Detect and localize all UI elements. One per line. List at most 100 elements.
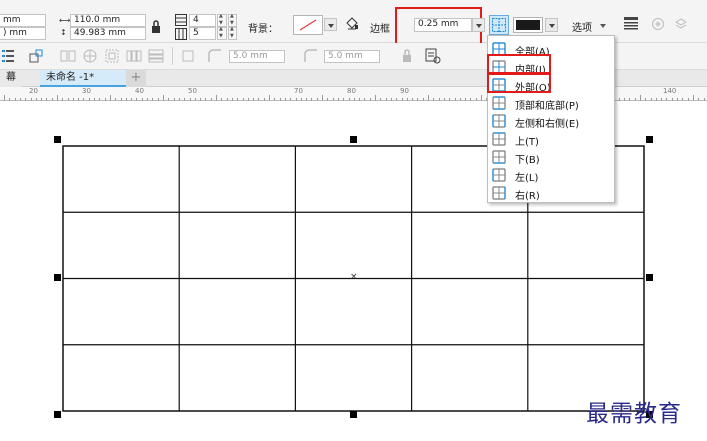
ruler-tick	[629, 98, 630, 101]
list-icon[interactable]	[2, 49, 14, 63]
tab-document[interactable]: 未命名 -1*	[40, 70, 126, 87]
border-option-top-bottom[interactable]: 顶部和底部(P)	[488, 94, 614, 112]
ruler-tick	[94, 98, 95, 101]
tab-previous[interactable]: 幕	[0, 70, 22, 87]
ruler-tick	[136, 98, 137, 101]
ruler-tick	[243, 98, 244, 101]
ruler-tick	[73, 98, 74, 101]
toolbar-separator	[172, 47, 173, 65]
ruler-tick	[237, 98, 238, 101]
border-option-label: 右(R)	[515, 191, 540, 202]
border-option-left-right[interactable]: 左侧和右侧(E)	[488, 112, 614, 130]
border-option-bottom[interactable]: 下(B)	[488, 148, 614, 166]
ruler-tick	[688, 98, 689, 101]
selection-handle-middle-left[interactable]	[54, 274, 61, 281]
y-size-field[interactable]: ) mm	[0, 27, 46, 40]
ruler-tick	[248, 98, 249, 101]
selection-handle-top-right[interactable]	[646, 136, 653, 143]
ruler-tick	[460, 98, 461, 101]
ruler-tick	[465, 98, 466, 101]
ruler-tick	[99, 98, 100, 101]
text-properties-icon[interactable]	[623, 16, 639, 32]
y-size-value: ) mm	[3, 28, 27, 38]
ruler-label: 140	[663, 87, 677, 95]
ruler-tick	[62, 98, 63, 101]
border-color-dropdown[interactable]	[545, 18, 558, 32]
ruler-tick	[274, 98, 275, 101]
selection-handle-bottom-left[interactable]	[54, 411, 61, 418]
ruler-tick	[417, 98, 418, 101]
selection-handle-middle-right[interactable]	[646, 274, 653, 281]
columns-spinner[interactable]	[217, 26, 227, 40]
ruler-tick	[333, 98, 334, 101]
ruler-label: 30	[82, 87, 91, 95]
x-size-field[interactable]: mm	[0, 14, 46, 27]
ruler-tick	[370, 98, 371, 101]
ruler-tick	[36, 98, 37, 101]
ruler-tick	[433, 98, 434, 101]
border-color-swatch[interactable]	[513, 17, 543, 33]
rows-field[interactable]: 4	[189, 14, 216, 27]
border-option-right[interactable]: 右(R)	[488, 184, 614, 202]
border-option-label: 下(B)	[515, 155, 540, 166]
object-width-field[interactable]: 110.0 mm	[70, 14, 146, 27]
ruler-label: 20	[29, 87, 38, 95]
selection-handle-top-center[interactable]	[350, 136, 357, 143]
selection-handle-bottom-center[interactable]	[350, 411, 357, 418]
ruler-label: 80	[347, 87, 356, 95]
ruler-tick	[211, 98, 212, 101]
border-width-dropdown[interactable]	[472, 18, 485, 32]
ruler-tick	[285, 98, 286, 101]
options-dropdown-icon[interactable]	[600, 24, 606, 28]
border-label: 边框	[370, 24, 390, 35]
ruler-tick	[338, 98, 339, 101]
ruler-tick	[301, 98, 302, 101]
ruler-label: 90	[400, 87, 409, 95]
columns-value: 5	[193, 28, 199, 38]
ruler-tick	[364, 98, 365, 101]
background-color-swatch[interactable]	[293, 15, 323, 35]
ruler-tick	[666, 98, 667, 101]
ruler-tick	[253, 98, 254, 101]
corner-disabled-icon-2	[303, 48, 319, 64]
border-top-bottom-icon	[492, 96, 506, 110]
ruler-tick	[661, 98, 662, 101]
ruler-tick	[195, 98, 196, 101]
rows-icon	[175, 14, 187, 26]
merge-disabled-icon	[60, 49, 76, 63]
ruler-label: 50	[188, 87, 197, 95]
ruler-tick	[126, 98, 127, 101]
ruler-tick	[163, 95, 164, 101]
x-size-value: mm	[3, 15, 21, 25]
ruler-tick	[672, 98, 673, 101]
center-marker-icon: ×	[350, 272, 358, 282]
border-option-label: 左(L)	[515, 173, 539, 184]
wrap-icon[interactable]	[28, 48, 44, 64]
ruler-tick	[651, 98, 652, 101]
ruler-tick	[105, 98, 106, 101]
ruler-tick	[89, 98, 90, 101]
object-height-field[interactable]: 49.983 mm	[70, 27, 146, 40]
corner-radius-field-1: 5.0 mm	[229, 50, 285, 63]
ruler-tick	[152, 98, 153, 101]
ruler-tick	[31, 98, 32, 101]
lock-ratio-icon[interactable]	[150, 20, 162, 34]
layers-disabled-icon	[674, 17, 688, 31]
ruler-tick	[317, 98, 318, 101]
add-tab-button[interactable]: +	[126, 70, 146, 87]
border-width-field[interactable]: 0.25 mm	[414, 18, 472, 32]
background-dropdown[interactable]	[324, 18, 337, 31]
border-select-button[interactable]	[489, 15, 509, 35]
border-option-top[interactable]: 上(T)	[488, 130, 614, 148]
columns-spinner-2[interactable]	[228, 26, 237, 40]
ruler-tick	[142, 98, 143, 101]
border-option-left[interactable]: 左(L)	[488, 166, 614, 184]
columns-field[interactable]: 5	[189, 27, 216, 40]
options-label[interactable]: 选项	[572, 19, 592, 34]
selection-handle-top-left[interactable]	[54, 136, 61, 143]
table-settings-icon[interactable]	[424, 47, 442, 65]
ruler-tick	[449, 98, 450, 101]
ruler-tick	[396, 98, 397, 101]
fill-tool-icon[interactable]	[345, 17, 359, 31]
split-disabled-icon	[82, 48, 98, 64]
